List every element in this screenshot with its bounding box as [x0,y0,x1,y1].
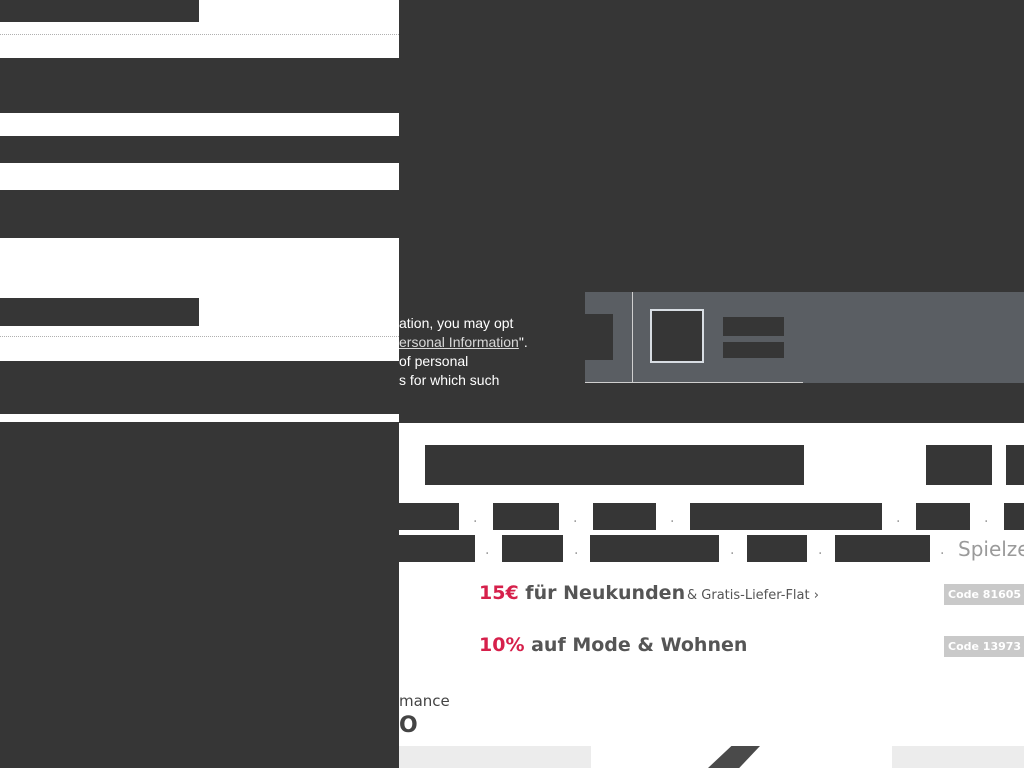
opt-out-checkbox[interactable] [650,309,704,363]
panel-divider [0,336,399,337]
nav-separator: . [670,510,675,526]
panel-row [0,326,399,361]
panel-row [0,163,399,190]
panel-tab-indicator [93,236,299,238]
nav-item[interactable] [1004,503,1024,530]
search-bar[interactable] [425,445,804,485]
privacy-text-line: of personal [399,353,469,369]
nav-separator: . [984,510,989,526]
nav-item-spielzeug[interactable]: Spielze [958,537,1024,561]
privacy-personal-info-link[interactable]: ersonal Information [399,334,519,350]
nav-separator: . [730,542,735,558]
pref-label-block [585,314,613,360]
panel-divider [0,34,399,35]
nav-item[interactable] [590,535,719,562]
nav-item[interactable] [916,503,970,530]
product-image[interactable] [700,746,760,768]
nav-separator: . [896,510,901,526]
promo-code-badge: Code 13973 [944,636,1024,657]
privacy-text-line: ation, you may opt [399,315,514,331]
nav-item[interactable] [493,503,559,530]
nav-separator: . [574,542,579,558]
product-image[interactable] [892,746,1024,768]
nav-item[interactable] [747,535,807,562]
privacy-text-line: s for which such [399,372,500,388]
privacy-text-line: ersonal Information". [399,334,528,350]
product-image[interactable] [399,746,591,768]
promo-fashion-home[interactable]: 10% auf Mode & Wohnen [479,634,747,656]
pref-divider [632,292,633,383]
promo-subtext[interactable]: & Gratis-Liefer-Flat › [687,588,819,603]
pref-label-secondary [723,342,784,358]
nav-item[interactable] [835,535,930,562]
nav-separator: . [940,542,945,558]
header-button[interactable] [926,445,992,485]
nav-separator: . [573,510,578,526]
nav-item[interactable] [502,535,563,562]
nav-item[interactable] [399,535,475,562]
pref-bottom-line [585,382,803,383]
nav-separator: . [485,542,490,558]
nav-separator: . [818,542,823,558]
section-heading: O [399,713,418,738]
section-kicker: mance [399,692,450,710]
panel-row [0,113,399,136]
panel-row [0,414,399,422]
promo-amount: 15€ [479,582,519,604]
header-button-2[interactable] [1006,445,1024,485]
nav-item[interactable] [593,503,656,530]
privacy-text-suffix: ". [518,334,528,350]
panel-row-label [0,0,199,22]
left-overlay-panel [0,0,399,768]
promo-code-badge: Code 81605 [944,584,1024,605]
pref-label-primary [723,317,784,336]
panel-row-label [0,298,199,326]
promo-text: auf Mode & Wohnen [531,634,748,656]
panel-row-white-end [199,298,399,326]
promo-new-customers[interactable]: 15€ für Neukunden [479,582,685,604]
promo-amount: 10% [479,634,525,656]
nav-item[interactable] [399,503,459,530]
panel-row [0,22,399,58]
panel-row [0,238,399,298]
nav-item[interactable] [690,503,882,530]
product-image-dark-shape [708,746,760,768]
promo-text: für Neukunden [525,582,686,604]
nav-separator: . [473,510,478,526]
